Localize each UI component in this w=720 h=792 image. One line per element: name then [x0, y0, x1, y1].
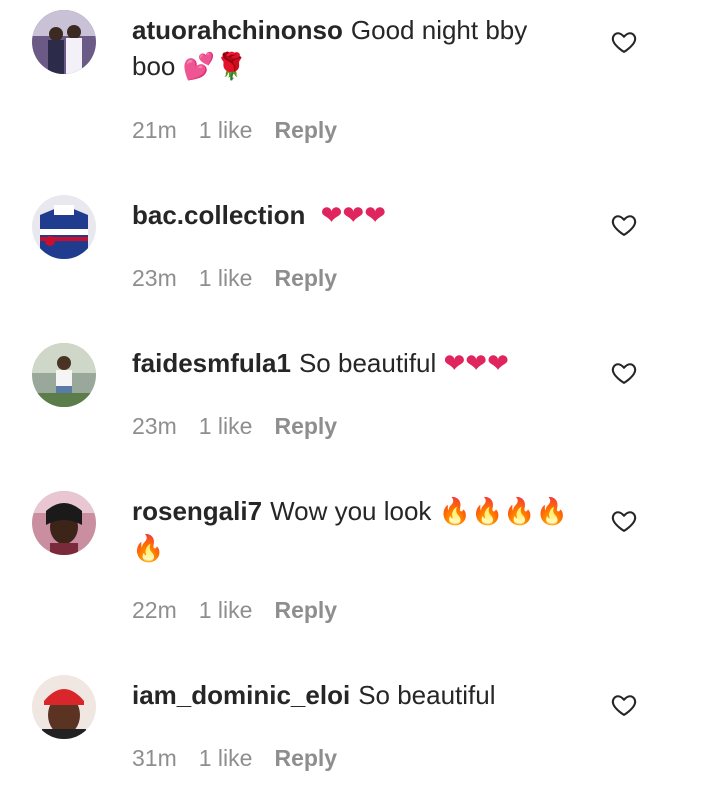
reply-button[interactable]: Reply: [274, 117, 337, 143]
like-heart-icon[interactable]: [610, 28, 638, 56]
like-heart-icon[interactable]: [610, 211, 638, 239]
comment-body: So beautiful: [298, 348, 437, 378]
comment-time: 21m: [132, 117, 177, 143]
avatar[interactable]: [32, 195, 96, 259]
like-heart-icon[interactable]: [610, 507, 638, 535]
reply-button[interactable]: Reply: [274, 597, 337, 623]
comment-time: 31m: [132, 745, 177, 771]
comment-body: So beautiful: [358, 680, 496, 710]
comment-username[interactable]: bac.collection: [132, 200, 305, 230]
comment-body: Wow you look: [270, 496, 432, 526]
comment-text: atuorahchinonso Good night bby boo 💕🌹: [132, 12, 572, 85]
comment-username[interactable]: iam_dominic_eloi: [132, 680, 350, 710]
comment-time: 22m: [132, 597, 177, 623]
reply-button[interactable]: Reply: [274, 413, 337, 439]
comment-meta: 31m 1 like Reply: [132, 745, 359, 772]
avatar[interactable]: [32, 675, 96, 739]
reply-button[interactable]: Reply: [274, 265, 337, 291]
comment-username[interactable]: atuorahchinonso: [132, 15, 343, 45]
comment-likes[interactable]: 1 like: [199, 117, 253, 143]
comment-likes[interactable]: 1 like: [199, 597, 253, 623]
comment-time: 23m: [132, 265, 177, 291]
comment-username[interactable]: rosengali7: [132, 496, 262, 526]
comment-likes[interactable]: 1 like: [199, 265, 253, 291]
comment-meta: 23m 1 like Reply: [132, 413, 359, 440]
comment-emojis: 💕🌹: [182, 52, 248, 82]
avatar[interactable]: [32, 343, 96, 407]
comment-meta: 22m 1 like Reply: [132, 597, 359, 624]
avatar[interactable]: [32, 491, 96, 555]
comment-emojis: ❤❤❤: [320, 201, 386, 231]
comment-likes[interactable]: 1 like: [199, 745, 253, 771]
comment-text: rosengali7 Wow you look 🔥🔥🔥🔥🔥: [132, 493, 572, 567]
comment-meta: 23m 1 like Reply: [132, 265, 359, 292]
comment-likes[interactable]: 1 like: [199, 413, 253, 439]
reply-button[interactable]: Reply: [274, 745, 337, 771]
comment-meta: 21m 1 like Reply: [132, 117, 359, 144]
like-heart-icon[interactable]: [610, 691, 638, 719]
like-heart-icon[interactable]: [610, 359, 638, 387]
avatar[interactable]: [32, 10, 96, 74]
comment-username[interactable]: faidesmfula1: [132, 348, 291, 378]
comment-text: iam_dominic_eloi So beautiful: [132, 677, 572, 714]
comment-emojis: ❤❤❤: [443, 349, 509, 379]
comment-text: faidesmfula1 So beautiful ❤❤❤: [132, 345, 572, 382]
comment-text: bac.collection ❤❤❤: [132, 197, 572, 234]
comment-time: 23m: [132, 413, 177, 439]
